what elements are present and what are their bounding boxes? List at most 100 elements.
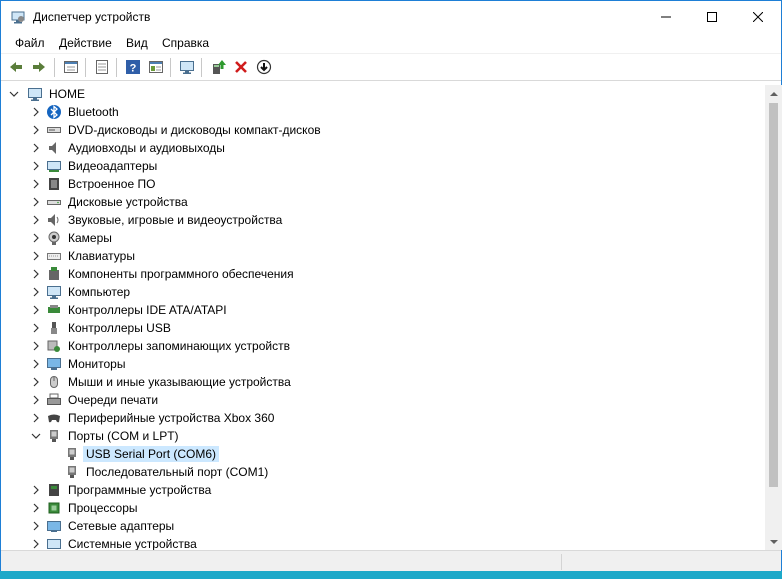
uninstall-button[interactable] — [232, 58, 250, 76]
properties-icon — [64, 61, 78, 73]
desktop-background-strip — [0, 571, 782, 579]
printer-icon — [47, 393, 61, 405]
tree-item-label: Мыши и иные указывающие устройства — [68, 375, 291, 389]
help-button[interactable]: ? — [124, 58, 142, 76]
cpu-icon — [48, 502, 60, 514]
chevron-right-icon[interactable] — [30, 322, 42, 334]
back-icon — [10, 62, 22, 72]
tree-category-item[interactable]: Контроллеры IDE ATA/ATAPI — [4, 301, 765, 319]
tree-category-item[interactable]: Процессоры — [4, 499, 765, 517]
chevron-right-icon[interactable] — [30, 196, 42, 208]
scroll-up-button[interactable] — [765, 85, 782, 102]
download-button[interactable] — [255, 58, 273, 76]
chevron-right-icon[interactable] — [30, 250, 42, 262]
menu-help[interactable]: Справка — [162, 35, 209, 51]
usb-icon — [51, 322, 57, 334]
tree-category-item[interactable]: DVD-дисководы и дисководы компакт-дисков — [4, 121, 765, 139]
tree-category-item[interactable]: Дисковые устройства — [4, 193, 765, 211]
display-adapter-icon — [47, 161, 61, 172]
tree-item-label: Процессоры — [68, 501, 138, 515]
tree-device-item[interactable]: USB Serial Port (COM6) — [4, 445, 765, 463]
tree-category-item[interactable]: Компьютер — [4, 283, 765, 301]
title-bar[interactable]: Диспетчер устройств — [1, 1, 781, 32]
chevron-right-icon[interactable] — [30, 502, 42, 514]
chevron-right-icon[interactable] — [30, 340, 42, 352]
chevron-right-icon[interactable] — [30, 178, 42, 190]
tree-category-item[interactable]: Программные устройства — [4, 481, 765, 499]
tree-device-item[interactable]: Последовательный порт (COM1) — [4, 463, 765, 481]
tree-category-item[interactable]: Очереди печати — [4, 391, 765, 409]
mouse-icon — [50, 376, 58, 388]
chevron-right-icon[interactable] — [30, 538, 42, 550]
tree-item-label: Камеры — [68, 231, 112, 245]
tree-item-label: DVD-дисководы и дисководы компакт-дисков — [68, 123, 321, 137]
tree-category-item[interactable]: Звуковые, игровые и видеоустройства — [4, 211, 765, 229]
tree-item-label: USB Serial Port (COM6) — [83, 446, 220, 462]
update-driver-icon — [213, 60, 226, 74]
chevron-right-icon[interactable] — [30, 394, 42, 406]
update-driver-button[interactable] — [209, 58, 227, 76]
tree-category-item[interactable]: Периферийные устройства Xbox 360 — [4, 409, 765, 427]
maximize-button[interactable] — [689, 1, 735, 32]
tree-category-item[interactable]: Сетевые адаптеры — [4, 517, 765, 535]
chevron-right-icon[interactable] — [30, 412, 42, 424]
tree-category-item[interactable]: Видеоадаптеры — [4, 157, 765, 175]
tree-item-label: Очереди печати — [68, 393, 159, 407]
tree-category-item[interactable]: Камеры — [4, 229, 765, 247]
tree-item-label: Контроллеры запоминающих устройств — [68, 339, 290, 353]
menu-view[interactable]: Вид — [126, 35, 148, 51]
chevron-right-icon[interactable] — [30, 160, 42, 172]
show-hide-tree-button[interactable] — [62, 58, 80, 76]
chevron-right-icon[interactable] — [30, 232, 42, 244]
chevron-right-icon[interactable] — [30, 106, 42, 118]
tree-root-label: HOME — [49, 87, 85, 101]
camera-icon — [48, 231, 60, 245]
tree-category-item[interactable]: Порты (COM и LPT) — [4, 427, 765, 445]
forward-icon — [33, 62, 45, 72]
scan-hardware-button[interactable] — [178, 58, 196, 76]
tree-category-item[interactable]: Компоненты программного обеспечения — [4, 265, 765, 283]
chevron-right-icon[interactable] — [30, 484, 42, 496]
chevron-right-icon[interactable] — [30, 358, 42, 370]
close-button[interactable] — [735, 1, 781, 32]
tree-category-item[interactable]: Bluetooth — [4, 103, 765, 121]
menu-file[interactable]: Файл — [15, 35, 45, 51]
tree-category-item[interactable]: Аудиовходы и аудиовыходы — [4, 139, 765, 157]
tree-category-item[interactable]: Клавиатуры — [4, 247, 765, 265]
tree-root[interactable]: HOME — [4, 85, 765, 103]
chevron-right-icon[interactable] — [30, 268, 42, 280]
scroll-down-button[interactable] — [765, 533, 782, 550]
chevron-down-icon[interactable] — [8, 88, 20, 100]
chevron-right-icon[interactable] — [30, 286, 42, 298]
chevron-right-icon[interactable] — [30, 124, 42, 136]
help-icon: ? — [126, 60, 140, 75]
status-cell — [561, 554, 781, 570]
scrollbar-thumb[interactable] — [769, 103, 778, 487]
ide-icon — [48, 305, 60, 313]
chevron-right-icon[interactable] — [30, 376, 42, 388]
chevron-right-icon[interactable] — [30, 520, 42, 532]
chevron-right-icon[interactable] — [30, 304, 42, 316]
tree-category-item[interactable]: Системные устройства — [4, 535, 765, 550]
tree-item-label: Bluetooth — [68, 105, 119, 119]
tree-category-item[interactable]: Мониторы — [4, 355, 765, 373]
vertical-scrollbar[interactable] — [765, 85, 782, 550]
chevron-right-icon[interactable] — [30, 142, 42, 154]
back-button[interactable] — [7, 58, 25, 76]
properties-2-icon — [96, 60, 108, 74]
chevron-right-icon[interactable] — [30, 214, 42, 226]
minimize-button[interactable] — [643, 1, 689, 32]
properties-button[interactable] — [93, 58, 111, 76]
tree-category-item[interactable]: Контроллеры USB — [4, 319, 765, 337]
tree-category-item[interactable]: Мыши и иные указывающие устройства — [4, 373, 765, 391]
device-tree[interactable]: HOME Bluetooth DVD-дисководы и дисководы … — [4, 85, 765, 550]
tree-category-item[interactable]: Контроллеры запоминающих устройств — [4, 337, 765, 355]
menu-action[interactable]: Действие — [59, 35, 112, 51]
view-button[interactable] — [147, 58, 165, 76]
tree-category-item[interactable]: Встроенное ПО — [4, 175, 765, 193]
chevron-down-icon[interactable] — [30, 430, 42, 442]
tree-item-label: Контроллеры IDE ATA/ATAPI — [68, 303, 227, 317]
tree-item-label: Сетевые адаптеры — [68, 519, 175, 533]
forward-button[interactable] — [30, 58, 48, 76]
tree-item-label: Компьютер — [68, 285, 131, 299]
